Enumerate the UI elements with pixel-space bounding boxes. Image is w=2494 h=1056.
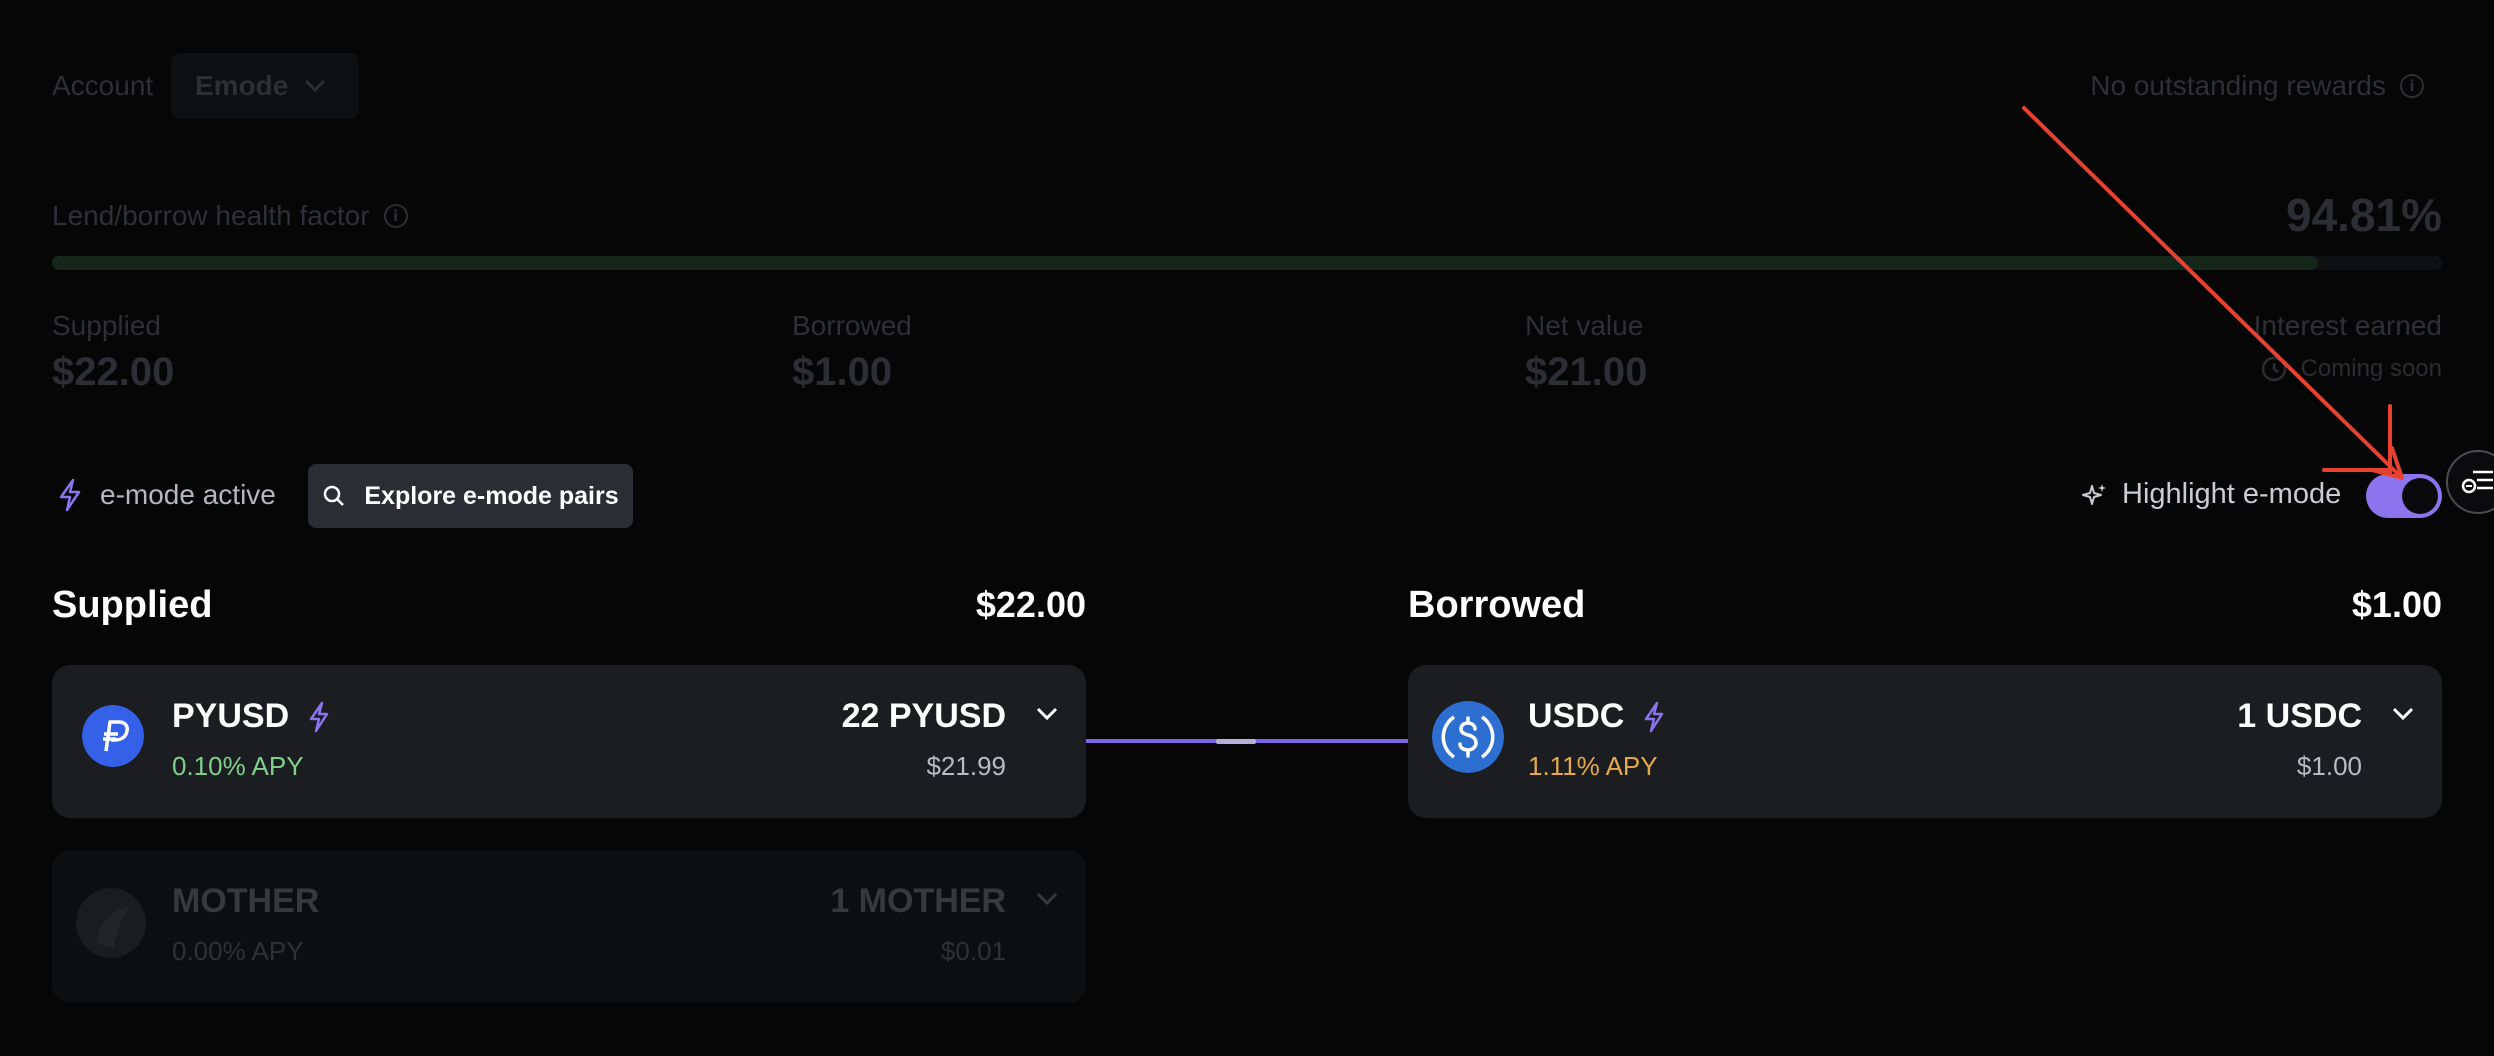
borrowed-stat-label: Borrowed <box>792 310 912 341</box>
health-factor-bar <box>52 256 2442 270</box>
info-icon[interactable] <box>383 204 408 228</box>
asset-usd-value: $1.00 <box>2296 751 2362 781</box>
net-value-value: $21.00 <box>1525 350 1648 394</box>
mother-token-icon <box>76 888 146 958</box>
account-selector[interactable]: Emode <box>171 53 359 119</box>
borrowed-section-total: $1.00 <box>2351 584 2442 625</box>
highlight-emode-label: Highlight e-mode <box>2122 478 2342 510</box>
interest-earned-value: Coming soon <box>2300 355 2442 382</box>
highlight-emode-toggle[interactable] <box>2366 474 2442 518</box>
account-value: Emode <box>195 70 289 101</box>
supplied-asset-card-mother[interactable]: MOTHER 0.00% APY 1 MOTHER $0.01 <box>52 850 1086 1003</box>
health-factor-label-row: Lend/borrow health factor <box>52 200 408 232</box>
borrowed-stat-value: $1.00 <box>792 350 893 394</box>
rewards-status: No outstanding rewards <box>2090 70 2424 102</box>
asset-symbol-row: USDC <box>1528 697 1666 736</box>
connector-grip <box>1216 739 1256 744</box>
borrowed-section-title: Borrowed <box>1408 584 1586 626</box>
supplied-asset-card-pyusd[interactable]: PYUSD 0.10% APY 22 PYUSD $21.99 <box>52 665 1086 818</box>
usdc-coin-icon <box>1432 701 1504 773</box>
explore-emode-pairs-button[interactable]: Explore e-mode pairs <box>308 464 633 528</box>
asset-usd-value: $21.99 <box>926 751 1006 781</box>
net-value-label: Net value <box>1525 310 1644 341</box>
lightning-icon <box>59 478 81 512</box>
annotation-arrow-diagonal <box>2022 106 2404 480</box>
health-factor-label: Lend/borrow health factor <box>52 200 370 231</box>
asset-amount: 1 USDC <box>2237 697 2362 735</box>
emode-active-label: e-mode active <box>100 479 276 510</box>
account-label: Account <box>52 70 154 101</box>
asset-apy: 1.11% APY <box>1528 751 1658 781</box>
asset-symbol: PYUSD <box>172 697 290 735</box>
interest-earned-status: Coming soon <box>2261 355 2442 383</box>
explore-emode-pairs-label: Explore e-mode pairs <box>364 481 619 510</box>
toggle-knob <box>2402 478 2438 514</box>
asset-usd-value: $0.01 <box>940 936 1006 966</box>
asset-symbol: USDC <box>1528 697 1625 735</box>
chevron-down-icon <box>305 79 326 93</box>
asset-symbol-row: PYUSD <box>172 697 331 736</box>
borrowed-asset-card-usdc[interactable]: USDC 1.11% APY 1 USDC $1.00 <box>1408 665 2442 818</box>
asset-apy: 0.10% APY <box>172 751 304 781</box>
health-factor-bar-fill <box>52 256 2318 270</box>
interest-earned-label: Interest earned <box>2253 310 2442 341</box>
sparkle-icon <box>2082 483 2106 505</box>
asset-apy: 0.00% APY <box>172 936 304 966</box>
rewards-text: No outstanding rewards <box>2090 70 2386 101</box>
search-icon <box>324 485 345 506</box>
supplied-stat-label: Supplied <box>52 310 161 341</box>
emode-active-indicator: e-mode active <box>56 478 276 512</box>
supplied-section-total: $22.00 <box>975 584 1086 625</box>
clock-icon <box>2261 356 2286 382</box>
chevron-down-icon[interactable] <box>1036 707 1058 721</box>
filter-list-icon <box>2461 470 2493 494</box>
lightning-icon <box>309 701 329 732</box>
asset-amount: 1 MOTHER <box>830 882 1006 920</box>
supplied-stat-value: $22.00 <box>52 350 175 394</box>
supplied-section-title: Supplied <box>52 584 213 626</box>
info-icon[interactable] <box>2400 74 2424 98</box>
chevron-down-icon[interactable] <box>2392 707 2414 721</box>
side-panel-button[interactable] <box>2446 450 2494 514</box>
asset-symbol: MOTHER <box>172 882 320 920</box>
highlight-emode-label-row: Highlight e-mode <box>2082 478 2341 511</box>
health-factor-value: 94.81% <box>2285 189 2442 241</box>
asset-amount: 22 PYUSD <box>841 697 1006 735</box>
asset-symbol-row: MOTHER <box>172 882 319 921</box>
paypal-coin-icon <box>82 705 144 767</box>
lightning-icon <box>1645 701 1664 732</box>
chevron-down-icon[interactable] <box>1036 892 1058 906</box>
